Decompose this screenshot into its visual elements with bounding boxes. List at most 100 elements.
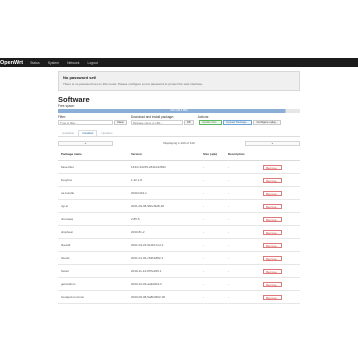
table-row: busybox 1.32.1-8- - Remove… xyxy=(58,173,300,187)
version-cell: 2.85-5 xyxy=(128,212,200,226)
description-cell: - xyxy=(225,238,260,252)
actions-cell: Remove… xyxy=(260,212,300,226)
remove-package-button[interactable]: Remove… xyxy=(263,281,283,287)
description-cell: - xyxy=(225,277,260,291)
package-name-cell: base-files xyxy=(58,160,128,174)
remove-package-button[interactable]: Remove… xyxy=(263,164,283,170)
table-row: ca-bundle 20210119-1- - Remove… xyxy=(58,186,300,200)
description-cell: - xyxy=(225,186,260,200)
version-cell: 2021-01-04-c53b1882-1 xyxy=(128,251,200,265)
description-cell: - xyxy=(225,199,260,213)
password-warning-alert: No password set! There is no password se… xyxy=(58,71,300,91)
table-row: base-files 1434-r16235-2641d44593- - Remove… xyxy=(58,160,300,174)
description-cell: - xyxy=(225,290,260,304)
package-controls: Filter: Clear Download and install packa… xyxy=(58,115,300,128)
package-tabs: Available Installed Updates xyxy=(58,130,300,137)
col-version: Version xyxy=(128,148,200,161)
package-name-cell: dropbear xyxy=(58,225,128,239)
main-content: No password set! There is no password se… xyxy=(58,67,300,304)
remove-package-button[interactable]: Remove… xyxy=(263,216,283,222)
table-row: fstools 2021-01-04-c53b1882-1- - Remove… xyxy=(58,251,300,265)
package-name-cell: busybox xyxy=(58,173,128,187)
remove-package-button[interactable]: Remove… xyxy=(263,203,283,209)
description-cell: - xyxy=(225,212,260,226)
brand-logo[interactable]: OpenWrt xyxy=(0,60,23,66)
download-label: Download and install package: xyxy=(130,115,174,119)
size-cell: - xyxy=(200,264,225,278)
install-ok-button[interactable]: OK xyxy=(183,120,194,125)
package-name-cell: fwtool xyxy=(58,264,128,278)
remove-package-button[interactable]: Remove… xyxy=(263,268,283,274)
remove-package-button[interactable]: Remove… xyxy=(263,229,283,235)
package-name-cell: fstools xyxy=(58,251,128,265)
package-name-cell: firewall xyxy=(58,238,128,252)
table-row: getrandom 2020-10-03-aa9d0d3-3- - Remove… xyxy=(58,277,300,291)
actions-cell: Remove… xyxy=(260,238,300,252)
upload-package-button[interactable]: Upload Package… xyxy=(223,120,253,125)
table-header-row: Package name Version Size (.ipk) Descrip… xyxy=(58,148,300,161)
tab-updates[interactable]: Updates xyxy=(97,130,116,136)
configure-opkg-button[interactable]: Configure opkg… xyxy=(253,120,282,125)
free-space-bar-text: 94% (98.3 MB) xyxy=(170,109,188,112)
nav-network[interactable]: Network xyxy=(67,61,79,65)
tab-available[interactable]: Available xyxy=(58,130,78,136)
size-cell: - xyxy=(200,290,225,304)
update-lists-button[interactable]: Update lists… xyxy=(198,120,223,125)
tab-installed[interactable]: Installed xyxy=(78,130,98,136)
remove-package-button[interactable]: Remove… xyxy=(263,190,283,196)
table-row: firewall 2021-03-23-61db17ed-1- - Remove… xyxy=(58,238,300,252)
package-name-cell: ca-bundle xyxy=(58,186,128,200)
package-name-cell: dnsmasq xyxy=(58,212,128,226)
clear-filter-button[interactable]: Clear xyxy=(114,120,127,125)
packages-table: Package name Version Size (.ipk) Descrip… xyxy=(58,148,300,304)
package-url-input[interactable] xyxy=(130,120,183,125)
table-row: hostapd-common 2020-06-08-5a8b3662-36- - Re… xyxy=(58,290,300,304)
download-group: Download and install package: OK xyxy=(130,115,194,128)
package-name-cell: cgi-io xyxy=(58,199,128,213)
size-cell: - xyxy=(200,173,225,187)
size-cell: - xyxy=(200,225,225,239)
free-space-bar: 94% (98.3 MB) xyxy=(58,109,300,113)
size-cell: - xyxy=(200,199,225,213)
next-page-button[interactable]: » xyxy=(245,140,300,146)
version-cell: 2020-10-03-aa9d0d3-3 xyxy=(128,277,200,291)
actions-label: Actions: xyxy=(197,115,210,119)
table-row: dnsmasq 2.85-5- - Remove… xyxy=(58,212,300,226)
actions-cell: Remove… xyxy=(260,290,300,304)
remove-package-button[interactable]: Remove… xyxy=(263,242,283,248)
description-cell: - xyxy=(225,160,260,174)
table-row: dropbear 2020.81-2- - Remove… xyxy=(58,225,300,239)
actions-cell: Remove… xyxy=(260,199,300,213)
actions-cell: Remove… xyxy=(260,160,300,174)
alert-text: There is no password set on this router.… xyxy=(63,82,203,86)
col-actions xyxy=(260,148,300,161)
actions-cell: Remove… xyxy=(260,186,300,200)
size-cell: - xyxy=(200,160,225,174)
version-cell: 2020-06-08-5a8b3662-36 xyxy=(128,290,200,304)
nav-logout[interactable]: Logout xyxy=(88,61,98,65)
filter-input[interactable] xyxy=(58,120,113,125)
actions-cell: Remove… xyxy=(260,173,300,187)
remove-package-button[interactable]: Remove… xyxy=(263,255,283,261)
remove-package-button[interactable]: Remove… xyxy=(263,177,283,183)
nav-system[interactable]: System xyxy=(48,61,59,65)
version-cell: 1434-r16235-2641d44593 xyxy=(128,160,200,174)
free-space-label: Free space: xyxy=(58,104,75,108)
version-cell: 2021-09-08-98cef9d8-20 xyxy=(128,199,200,213)
nav-status[interactable]: Status xyxy=(30,61,40,65)
top-navbar: OpenWrt Status System Network Logout xyxy=(0,58,358,67)
version-cell: 1.32.1-8 xyxy=(128,173,200,187)
col-size: Size (.ipk) xyxy=(200,148,225,161)
remove-package-button[interactable]: Remove… xyxy=(263,294,283,300)
version-cell: 2021-03-23-61db17ed-1 xyxy=(128,238,200,252)
description-cell: - xyxy=(225,251,260,265)
size-cell: - xyxy=(200,186,225,200)
version-cell: 2019-11-12-8f7fe925-1 xyxy=(128,264,200,278)
pager-status: Displaying 1-100 of 110 xyxy=(163,141,195,145)
actions-group: Actions: Update lists… Upload Package… C… xyxy=(198,115,282,128)
description-cell: - xyxy=(225,225,260,239)
prev-page-button[interactable]: « xyxy=(58,140,113,146)
description-cell: - xyxy=(225,264,260,278)
actions-cell: Remove… xyxy=(260,277,300,291)
actions-cell: Remove… xyxy=(260,264,300,278)
